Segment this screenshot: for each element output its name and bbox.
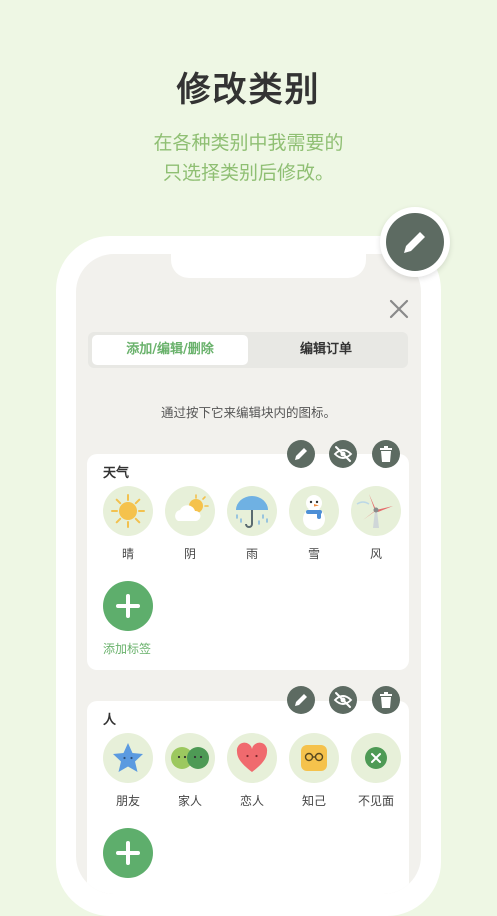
windmill-icon — [356, 494, 393, 528]
tag-not-meeting[interactable]: 不见面 — [351, 733, 401, 809]
add-tag-label[interactable]: 添加标签 — [103, 640, 151, 657]
tag-rain[interactable]: 雨 — [227, 486, 277, 562]
close-button[interactable] — [386, 296, 412, 322]
umbrella-rain-icon — [236, 496, 268, 528]
trash-icon — [380, 446, 392, 462]
category-title: 天气 — [103, 466, 130, 481]
pencil-icon — [404, 229, 428, 253]
tag-cloudy[interactable]: 阴 — [165, 486, 215, 562]
plus-icon — [116, 594, 140, 618]
category-card-weather: 天气 晴 阴 雨 雪 风 添加标签 — [87, 454, 409, 670]
floating-edit-button[interactable] — [380, 207, 450, 277]
promo-title: 修改类别 — [176, 70, 321, 110]
eye-off-icon — [333, 692, 353, 708]
plus-icon — [116, 841, 140, 865]
tag-wind[interactable]: 风 — [351, 486, 401, 562]
category-title: 人 — [103, 713, 117, 728]
cloud-sun-icon — [175, 494, 209, 521]
close-icon — [389, 299, 409, 319]
snowman-icon — [303, 495, 325, 530]
hide-category-button[interactable] — [329, 440, 357, 468]
star-face-icon — [113, 743, 143, 772]
heart-face-icon — [236, 742, 268, 772]
edit-category-button[interactable] — [287, 686, 315, 714]
delete-category-button[interactable] — [372, 686, 400, 714]
tab-bar: 添加/编辑/删除 编辑订单 — [88, 332, 408, 368]
eye-off-icon — [333, 446, 353, 462]
promo-subtitle-line1: 在各种类别中我需要的 — [153, 132, 344, 154]
two-faces-icon — [171, 747, 209, 769]
sun-icon — [111, 494, 145, 528]
hint-text: 通过按下它来编辑块内的图标。 — [160, 405, 336, 420]
pencil-icon — [295, 694, 307, 706]
glasses-face-icon — [301, 745, 327, 771]
trash-icon — [380, 692, 392, 708]
tag-family[interactable]: 家人 — [165, 733, 215, 809]
x-circle-icon — [365, 747, 387, 769]
tag-sunny[interactable]: 晴 — [103, 486, 153, 562]
tag-confidant[interactable]: 知己 — [289, 733, 339, 809]
promo-subtitle: 在各种类别中我需要的 只选择类别后修改。 — [0, 128, 497, 188]
tab-edit-order[interactable]: 编辑订单 — [248, 335, 404, 365]
tag-lover[interactable]: 恋人 — [227, 733, 277, 809]
edit-category-button[interactable] — [287, 440, 315, 468]
promo-subtitle-line2: 只选择类别后修改。 — [162, 162, 334, 184]
tag-friend[interactable]: 朋友 — [103, 733, 153, 809]
delete-category-button[interactable] — [372, 440, 400, 468]
add-tag-button[interactable] — [103, 581, 153, 631]
tab-add-edit-delete[interactable]: 添加/编辑/删除 — [92, 335, 248, 365]
add-tag-button[interactable] — [103, 828, 153, 878]
phone-frame: 添加/编辑/删除 编辑订单 通过按下它来编辑块内的图标。 天气 晴 阴 雨 雪 … — [56, 236, 441, 916]
hide-category-button[interactable] — [329, 686, 357, 714]
category-card-people: 人 朋友 家人 恋人 知己 不见面 — [87, 701, 409, 894]
pencil-icon — [295, 448, 307, 460]
tag-snow[interactable]: 雪 — [289, 486, 339, 562]
phone-screen: 添加/编辑/删除 编辑订单 通过按下它来编辑块内的图标。 天气 晴 阴 雨 雪 … — [76, 254, 421, 894]
phone-notch — [171, 254, 366, 278]
